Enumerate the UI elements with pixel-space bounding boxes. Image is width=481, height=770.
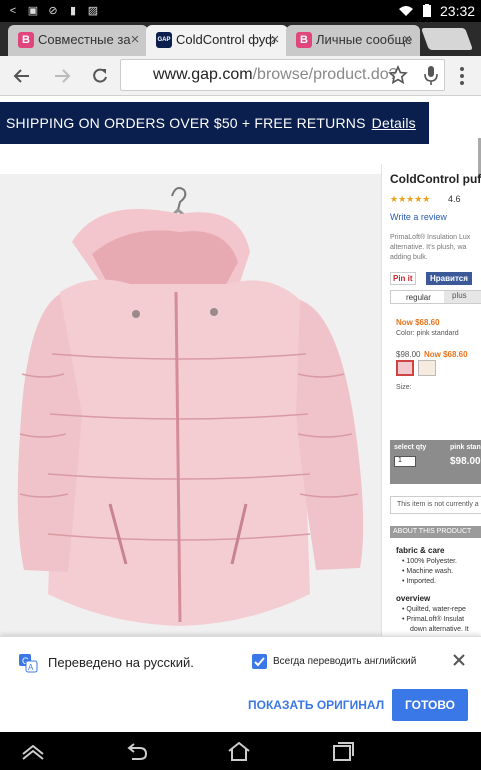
about-product-header[interactable]: ABOUT THIS PRODUCT	[390, 526, 481, 538]
browser-toolbar: www.gap.com/browse/product.do?	[0, 56, 481, 96]
show-original-button[interactable]: ПОКАЗАТЬ ОРИГИНАЛ	[248, 698, 384, 712]
overview-item-text: Quilted, water-repe	[406, 606, 466, 613]
facebook-like-button[interactable]: Нравится	[426, 272, 472, 285]
pink-puffer-jacket-image	[17, 187, 364, 626]
desc-line: adding bulk.	[390, 254, 428, 261]
product-image	[0, 174, 381, 636]
photo-icon: ▨	[87, 5, 99, 17]
back-icon[interactable]	[12, 66, 32, 86]
product-title: ColdControl puf	[390, 172, 481, 186]
sim-card-icon: ▮	[69, 5, 77, 17]
share-icon: <	[9, 5, 17, 17]
swatch-pink[interactable]	[396, 360, 414, 376]
product-info-panel: ColdControl puf ★★★★★ 4.6 Write a review…	[381, 164, 481, 636]
always-translate-label[interactable]: Всегда переводить английский	[273, 656, 416, 667]
tab-lichnye[interactable]: B Личные сообще ×	[286, 25, 420, 56]
fabric-item-text: Machine wash.	[406, 568, 454, 575]
home-icon[interactable]	[226, 740, 252, 762]
expand-up-icon[interactable]	[20, 740, 46, 762]
rating-value: 4.6	[448, 194, 461, 204]
promo-text: SHIPPING ON ORDERS OVER $50 + FREE RETUR…	[6, 115, 366, 131]
tab-plus[interactable]: plus	[444, 291, 481, 303]
overview-item: • Quilted, water-repe	[402, 606, 466, 613]
price-bold: $98.00	[450, 456, 481, 467]
translated-message: Переведено на русский.	[48, 655, 194, 670]
tab-title: ColdControl фуф	[176, 32, 276, 47]
overview-heading: overview	[396, 594, 431, 603]
tab-regular[interactable]: regular	[406, 293, 431, 302]
rating-stars: ★★★★★	[390, 194, 431, 204]
wifi-icon	[399, 6, 413, 16]
cancel-icon: ⊘	[48, 5, 58, 17]
tab-sovmestnye[interactable]: B Совместные за ×	[8, 25, 148, 56]
reload-icon[interactable]	[90, 66, 110, 86]
close-icon[interactable]	[452, 653, 466, 667]
desc-line: alternative. It's plush, wa	[390, 244, 467, 251]
done-button[interactable]: ГОТОВО	[392, 689, 468, 721]
write-review-link[interactable]: Write a review	[390, 212, 447, 222]
shipping-promo-banner: SHIPPING ON ORDERS OVER $50 + FREE RETUR…	[0, 102, 429, 144]
fabric-item-text: Imported.	[406, 578, 436, 585]
now-price: Now $68.60	[424, 350, 468, 359]
tab-favicon: B	[296, 32, 312, 48]
desc-line: PrimaLoft® Insulation Lux	[390, 234, 471, 241]
mic-icon[interactable]	[422, 65, 440, 87]
original-price: $98.00	[396, 350, 421, 359]
android-nav-bar	[0, 732, 481, 770]
select-qty-label: select qty	[394, 444, 427, 451]
translate-infobar: G A Переведено на русский. Всегда перево…	[0, 636, 481, 732]
battery-icon	[423, 4, 431, 17]
close-tab-icon[interactable]: ×	[268, 25, 282, 54]
overview-item-text: PrimaLoft® Insulat	[406, 616, 465, 623]
tab-title: Совместные за	[38, 32, 131, 47]
fabric-item: • Imported.	[402, 578, 436, 585]
pink-standard-label: pink stan	[450, 444, 481, 451]
checkmark-icon	[254, 657, 265, 667]
tab-favicon: B	[18, 32, 34, 48]
fabric-item: • 100% Polyester.	[402, 558, 457, 565]
star-icon[interactable]	[388, 65, 408, 85]
new-tab-button[interactable]	[420, 28, 474, 50]
overview-item: • PrimaLoft® Insulat	[402, 616, 465, 623]
menu-icon[interactable]	[458, 66, 466, 86]
clock: 23:32	[440, 3, 476, 19]
not-available-notice: This item is not currently a	[390, 496, 481, 514]
sale-price: Now $68.60	[396, 318, 440, 327]
url-host: www.gap.com	[153, 66, 253, 83]
image-icon: ▣	[27, 5, 39, 17]
always-translate-checkbox[interactable]	[252, 654, 267, 669]
back-nav-icon[interactable]	[124, 740, 150, 762]
tab-coldcontrol[interactable]: GAP ColdControl фуф ×	[146, 25, 288, 56]
qty-select[interactable]: 1	[394, 456, 416, 467]
size-label: Size:	[396, 384, 412, 391]
tab-favicon: GAP	[156, 32, 172, 48]
recents-icon[interactable]	[330, 740, 356, 762]
fabric-item-text: 100% Polyester.	[406, 558, 457, 565]
forward-icon[interactable]	[52, 66, 72, 86]
status-bar: < ▣ ⊘ ▮ ▨ 23:32	[0, 0, 481, 22]
swatch-cream[interactable]	[418, 360, 436, 376]
promo-details-link[interactable]: Details	[372, 115, 416, 131]
fabric-care-heading: fabric & care	[396, 546, 445, 555]
fabric-item: • Machine wash.	[402, 568, 454, 575]
url-path: /browse/product.do?	[252, 66, 398, 83]
color-label: Color: pink standard	[396, 330, 459, 337]
tab-title: Личные сообще	[316, 32, 413, 47]
svg-text:A: A	[28, 663, 34, 672]
translate-icon: G A	[19, 654, 38, 673]
pinit-button[interactable]: Pin it	[390, 272, 416, 285]
web-page: SHIPPING ON ORDERS OVER $50 + FREE RETUR…	[0, 96, 481, 636]
close-tab-icon[interactable]: ×	[400, 25, 414, 54]
close-tab-icon[interactable]: ×	[128, 25, 142, 54]
tab-strip: B Совместные за × GAP ColdControl фуф × …	[0, 22, 481, 56]
overview-item-cont: down alternative. It	[410, 626, 469, 633]
